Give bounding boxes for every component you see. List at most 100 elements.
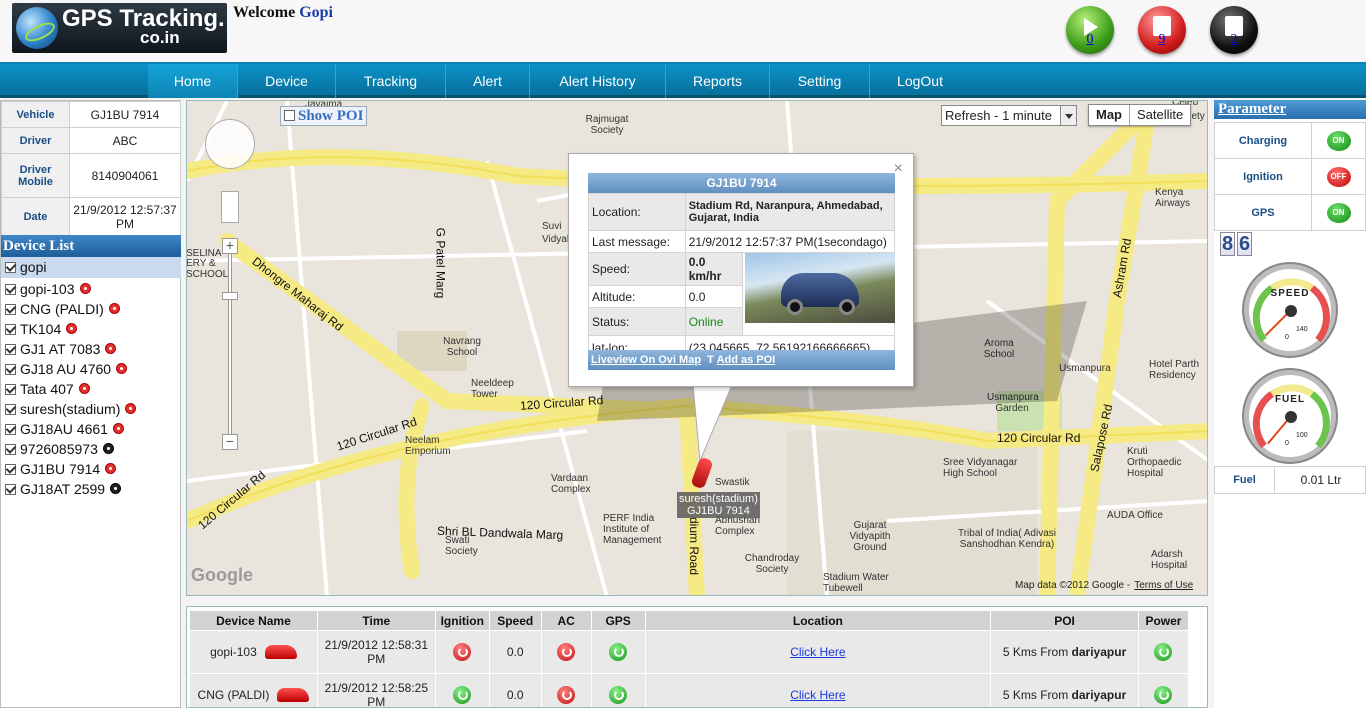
stopped-count-link[interactable]: 9 [1138,32,1186,48]
speed-value: 0.0 km/hr [684,252,743,286]
device-name: CNG (PALDI) [20,301,104,317]
col-ignition[interactable]: Ignition [434,610,490,631]
col-speed[interactable]: Speed [488,610,542,631]
pan-control-icon[interactable] [205,119,255,169]
close-icon[interactable]: × [894,160,903,178]
odometer-digit: 6 [1237,232,1252,256]
device-list-item[interactable]: GJ18 AU 4760 [5,359,128,379]
checkbox[interactable] [5,262,16,273]
road-label: dium Road [687,516,702,576]
map-label: Chandroday Society [744,553,800,575]
offline-status-icon [110,483,122,494]
date-value: 21/9/2012 12:57:37 PM [69,197,181,236]
popup-tail [692,385,733,462]
ignition-cell [434,630,490,674]
running-count-badge[interactable]: 0 [1066,6,1114,54]
gauge-hub [1285,305,1297,317]
device-list-item[interactable]: CNG (PALDI) [5,299,120,319]
col-device-name[interactable]: Device Name [189,610,318,631]
checkbox[interactable] [5,324,16,335]
zoom-control: + − [222,238,238,452]
logo[interactable]: GPS Tracking. co.in [12,3,227,53]
map-label: Adarsh Hospital [1151,549,1188,571]
marker-label-line: suresh(stadium) [679,493,758,505]
map-view[interactable]: Jayaima Rajmugat Society Celeb Society K… [186,100,1208,596]
checkbox[interactable] [5,384,16,395]
checkbox[interactable] [5,444,16,455]
odometer-digit: 8 [1220,232,1235,256]
device-list-item[interactable]: GJ18AU 4661 [5,419,124,439]
checkbox[interactable] [5,424,16,435]
offline-count-link[interactable]: 2 [1210,32,1258,48]
checkbox[interactable] [5,464,16,475]
device-status-table-panel: Device Name Time Ignition Speed AC GPS L… [186,606,1208,708]
nav-home[interactable]: Home [148,64,238,98]
checkbox[interactable] [5,284,16,295]
zoom-out-button[interactable]: − [222,434,238,450]
show-poi-toggle[interactable]: Show POI [280,106,368,126]
checkbox[interactable] [284,110,295,121]
device-group-gopi[interactable]: gopi [1,257,181,278]
device-name: GJ1BU 7914 [20,461,101,477]
map-type-satellite-button[interactable]: Satellite [1130,105,1190,125]
col-time[interactable]: Time [316,610,436,631]
refresh-select[interactable]: Refresh - 1 minute [941,105,1077,126]
checkbox[interactable] [5,484,16,495]
device-list-item[interactable]: 9726085973 [5,439,114,459]
col-location[interactable]: Location [644,610,992,631]
stopped-count-badge[interactable]: 9 [1138,6,1186,54]
stopped-status-icon [112,423,124,434]
chevron-down-icon[interactable] [1060,106,1076,125]
checkbox[interactable] [5,304,16,315]
vehicle-label: Vehicle [1,101,70,128]
col-ac[interactable]: AC [540,610,592,631]
checkbox[interactable] [5,404,16,415]
nav-alert[interactable]: Alert [446,64,530,98]
fuel-label: Fuel [1215,467,1275,493]
parameter-title[interactable]: Parameter [1214,100,1366,119]
nav-device[interactable]: Device [238,64,336,98]
col-gps[interactable]: GPS [590,610,646,631]
offline-count-badge[interactable]: 2 [1210,6,1258,54]
parameter-panel: Parameter Charging ON Ignition OFF GPS ON 8… [1214,100,1366,708]
device-list-item[interactable]: TK104 [5,319,78,339]
location-link[interactable]: Click Here [790,645,845,659]
col-power[interactable]: Power [1137,610,1190,631]
zoom-slider-track[interactable] [228,248,232,438]
time-cell: 21/9/2012 12:58:25 PM [316,673,436,707]
fuel-row: Fuel 0.01 Ltr [1214,466,1366,494]
col-poi[interactable]: POI [990,610,1139,631]
device-list-item[interactable]: GJ18AT 2599 [5,479,122,499]
terms-of-use-link[interactable]: Terms of Use [1134,580,1193,591]
map-type-map-button[interactable]: Map [1089,105,1130,125]
nav-reports[interactable]: Reports [666,64,770,98]
location-link[interactable]: Click Here [790,688,845,702]
nav-alert-history[interactable]: Alert History [530,64,666,98]
nav-setting[interactable]: Setting [770,64,870,98]
map-label: AUDA Office [1107,510,1163,521]
running-count-link[interactable]: 0 [1066,32,1114,48]
checkbox[interactable] [5,364,16,375]
nav-logout[interactable]: LogOut [870,64,970,98]
vehicle-info-popup: × GJ1BU 7914 Location: Stadium Rd, Naranp… [568,153,914,387]
power-icon [1154,686,1173,704]
device-list-item[interactable]: suresh(stadium) [5,399,137,419]
stopped-status-icon [105,463,117,474]
add-poi-link[interactable]: Add as POI [717,354,776,366]
speed-gauge-min: 0 [1285,334,1289,341]
checkbox[interactable] [5,344,16,355]
street-view-pegman-icon[interactable] [221,191,239,223]
attribution-text: Map data ©2012 Google - [1015,580,1131,591]
device-list-item[interactable]: gopi-103 [5,279,91,299]
poi-prefix: 5 Kms From [1002,688,1069,702]
power-icon [453,686,472,704]
liveview-link[interactable]: Liveview On Ovi Map [591,354,701,366]
device-list-item[interactable]: GJ1BU 7914 [5,459,117,479]
device-name: TK104 [20,321,62,337]
zoom-in-button[interactable]: + [222,238,238,254]
device-list-item[interactable]: Tata 407 [5,379,90,399]
speed-gauge: SPEED 0 140 [1242,262,1338,358]
nav-tracking[interactable]: Tracking [336,64,446,98]
zoom-slider-handle[interactable] [222,292,238,300]
device-list-item[interactable]: GJ1 AT 7083 [5,339,117,359]
